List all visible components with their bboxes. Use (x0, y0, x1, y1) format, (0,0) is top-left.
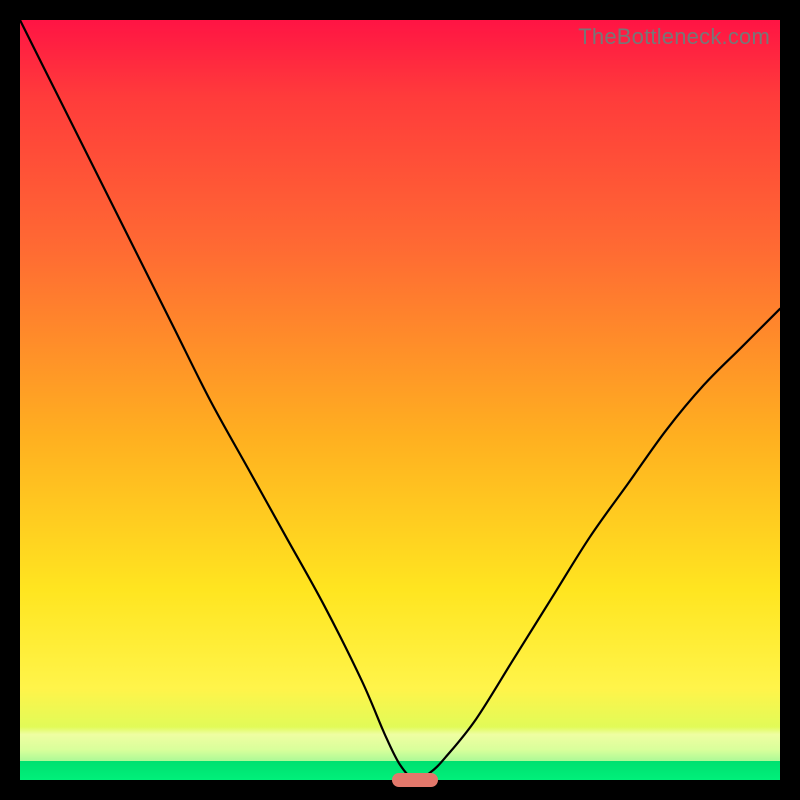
watermark-text: TheBottleneck.com (578, 24, 770, 50)
chart-frame: TheBottleneck.com (20, 20, 780, 780)
optimum-marker (392, 773, 438, 787)
bottleneck-curve (20, 20, 780, 780)
